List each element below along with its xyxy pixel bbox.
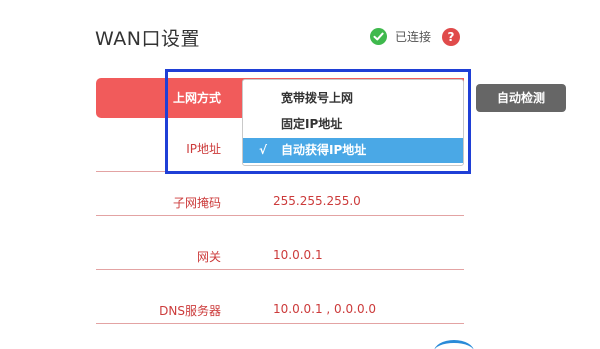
gateway-value[interactable]: 10.0.0.1 [273, 248, 323, 262]
question-circle-icon[interactable]: ? [442, 28, 460, 46]
dns-server-label: DNS服务器 [159, 304, 221, 318]
connection-status: 已连接 [370, 28, 431, 45]
auto-detect-button[interactable]: 自动检测 [476, 84, 566, 112]
check-circle-icon [370, 28, 387, 45]
wan-settings-page: WAN口设置 已连接 ? 上网方式 自动检测 IP地址 子网掩码 255.255… [0, 0, 600, 349]
row-divider [96, 323, 464, 324]
gateway-row: 网关 10.0.0.1 [96, 216, 464, 270]
decorative-arc [434, 340, 474, 349]
gateway-label: 网关 [196, 250, 221, 264]
dns-server-value[interactable]: 10.0.0.1 , 0.0.0.0 [273, 302, 376, 316]
subnet-mask-label: 子网掩码 [172, 196, 221, 210]
annotation-highlight-box [165, 69, 471, 174]
status-text: 已连接 [395, 30, 432, 44]
subnet-mask-value[interactable]: 255.255.255.0 [273, 194, 361, 208]
dns-server-row: DNS服务器 10.0.0.1 , 0.0.0.0 [96, 270, 464, 324]
page-title: WAN口设置 [95, 28, 200, 50]
